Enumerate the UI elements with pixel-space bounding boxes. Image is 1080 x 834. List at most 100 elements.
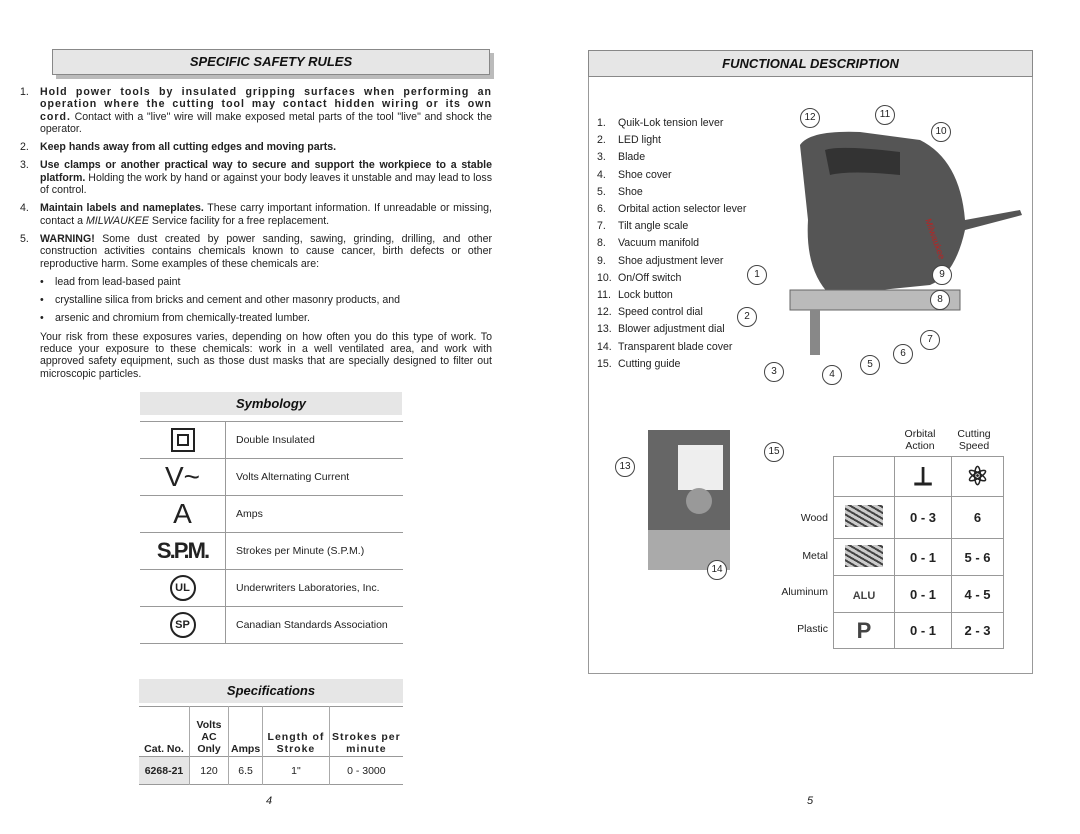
spec-header: Length of Stroke [262, 706, 330, 757]
part-label: Tilt angle scale [618, 220, 689, 233]
part-label: Quik-Lok tension lever [618, 117, 724, 129]
symbol-label: Strokes per Minute (S.P.M.) [236, 545, 365, 557]
metal-beam-icon [833, 538, 895, 576]
page-number: 5 [807, 795, 814, 807]
callout-5: 5 [860, 355, 880, 375]
symbol-row: V~ Volts Alternating Current [140, 459, 403, 496]
parts-list: 1. Quik-Lok tension lever 2. LED light 3. Bla… [597, 115, 746, 373]
symbol-glyph: A [173, 498, 192, 529]
part-item: 9. Shoe adjustment lever [597, 253, 746, 270]
part-item: 15. Cutting guide [597, 356, 746, 373]
cutting-speed-header: Cutting Speed [957, 428, 991, 452]
rule-text: Some dust created by power sanding, sawi… [40, 232, 492, 270]
part-label: Speed control dial [618, 306, 703, 319]
orbital-value: 0 - 1 [894, 575, 952, 613]
selector-detail-photo [648, 430, 730, 570]
safety-rules-heading: SPECIFIC SAFETY RULES [52, 49, 490, 75]
rule-text: Contact with a "live" wire will make exp… [40, 110, 492, 135]
part-number: 15. [597, 357, 612, 370]
part-item: 13. Blower adjustment dial [597, 321, 746, 338]
callout-7: 7 [920, 330, 940, 350]
rule-number: 5. [20, 232, 29, 245]
material-label: Plastic [797, 623, 828, 635]
rule-number: 2. [20, 141, 29, 154]
part-item: 2. LED light [597, 132, 746, 149]
callout-6: 6 [893, 344, 913, 364]
part-label: Shoe [618, 185, 643, 198]
callout-1: 1 [747, 265, 767, 285]
spm-icon: S.P.M. [140, 533, 226, 569]
part-label: Blower adjustment dial [618, 323, 725, 336]
bullet-text: arsenic and chromium from chemically-tre… [55, 312, 310, 325]
ul-icon: UL [140, 570, 226, 606]
material-label: Aluminum [781, 586, 828, 598]
callout-2: 2 [737, 307, 757, 327]
callout-3: 3 [764, 362, 784, 382]
speed-value: 5 - 6 [951, 538, 1004, 576]
part-number: 10. [597, 271, 612, 284]
part-number: 12. [597, 306, 612, 319]
part-label: On/Off switch [618, 271, 682, 284]
part-item: 12. Speed control dial [597, 304, 746, 321]
material-label: Metal [802, 550, 828, 562]
exposure-paragraph: Your risk from these exposures varies, d… [40, 330, 492, 380]
spec-header: Strokes per minute [331, 731, 401, 755]
material-label: Wood [800, 512, 828, 524]
double-insulated-icon [140, 422, 226, 458]
part-item: 8. Vacuum manifold [597, 235, 746, 252]
material-row: ALU 0 - 14 - 5 [833, 575, 1004, 613]
aluminum-icon: ALU [833, 575, 895, 613]
part-number: 14. [597, 340, 612, 353]
orbital-value: 0 - 3 [894, 496, 952, 539]
part-label: Cutting guide [618, 357, 681, 370]
volts-ac-icon: V~ [140, 459, 226, 495]
part-number: 11. [597, 289, 611, 302]
specifications-heading: Specifications [139, 679, 403, 703]
rule-bold: Maintain labels and nameplates. [40, 202, 204, 215]
symbol-label: Canadian Standards Association [236, 619, 388, 631]
symbol-label: Amps [236, 508, 263, 520]
orbital-action-header: Orbital Action [904, 428, 936, 452]
bullet-item: • lead from lead-based paint [40, 275, 181, 288]
callout-11: 11 [875, 105, 895, 125]
part-label: Lock button [618, 289, 673, 302]
rule-number: 1. [20, 86, 29, 98]
spec-header-row: Cat. No. Volts AC Only Amps Length of St… [139, 706, 403, 757]
amps-icon: A [140, 496, 226, 532]
rule-5: 5. WARNING! Some dust created by power sa… [20, 233, 492, 270]
part-item: 11. Lock button [597, 287, 746, 304]
orbital-action-icon: ⟂ [894, 456, 952, 497]
callout-15: 15 [764, 442, 784, 462]
part-item: 10. On/Off switch [597, 270, 746, 287]
part-item: 3. Blade [597, 149, 746, 166]
symbol-row: A Amps [140, 496, 403, 533]
part-item: 4. Shoe cover [597, 167, 746, 184]
material-row: 0 - 15 - 6 [833, 538, 1004, 576]
rule-number: 3. [20, 159, 29, 172]
part-number: 8. [597, 237, 606, 250]
material-badge: ALU [852, 589, 876, 602]
callout-12: 12 [800, 108, 820, 128]
symbol-glyph: V~ [164, 461, 201, 492]
spec-header: Cat. No. [139, 706, 190, 757]
part-item: 6. Orbital action selector lever [597, 201, 746, 218]
symbology-table: Double Insulated V~ Volts Alternating Cur… [140, 421, 403, 644]
orbital-value: 0 - 1 [894, 538, 952, 576]
part-number: 5. [597, 185, 606, 198]
part-item: 14. Transparent blade cover [597, 339, 746, 356]
bullet-item: • crystalline silica from bricks and ceme… [40, 294, 401, 307]
part-number: 4. [597, 168, 606, 181]
symbology-heading: Symbology [140, 392, 402, 415]
spec-cell: 120 [189, 756, 229, 785]
rule-4: 4. Maintain labels and nameplates. These … [20, 202, 492, 227]
part-label: Orbital action selector lever [618, 203, 747, 216]
jigsaw-blade [810, 310, 820, 355]
material-badge: P [856, 617, 872, 643]
spec-header: Amps [228, 706, 264, 757]
spec-row: 6268-21 120 6.5 1" 0 - 3000 [139, 756, 403, 785]
symbol-row: SP Canadian Standards Association [140, 607, 403, 644]
rule-2: 2. Keep hands away from all cutting edges… [20, 141, 492, 153]
spec-header: Volts AC Only [189, 706, 229, 757]
icon-row: ⟂ ⚛ [833, 456, 1004, 497]
wood-icon [833, 496, 895, 539]
